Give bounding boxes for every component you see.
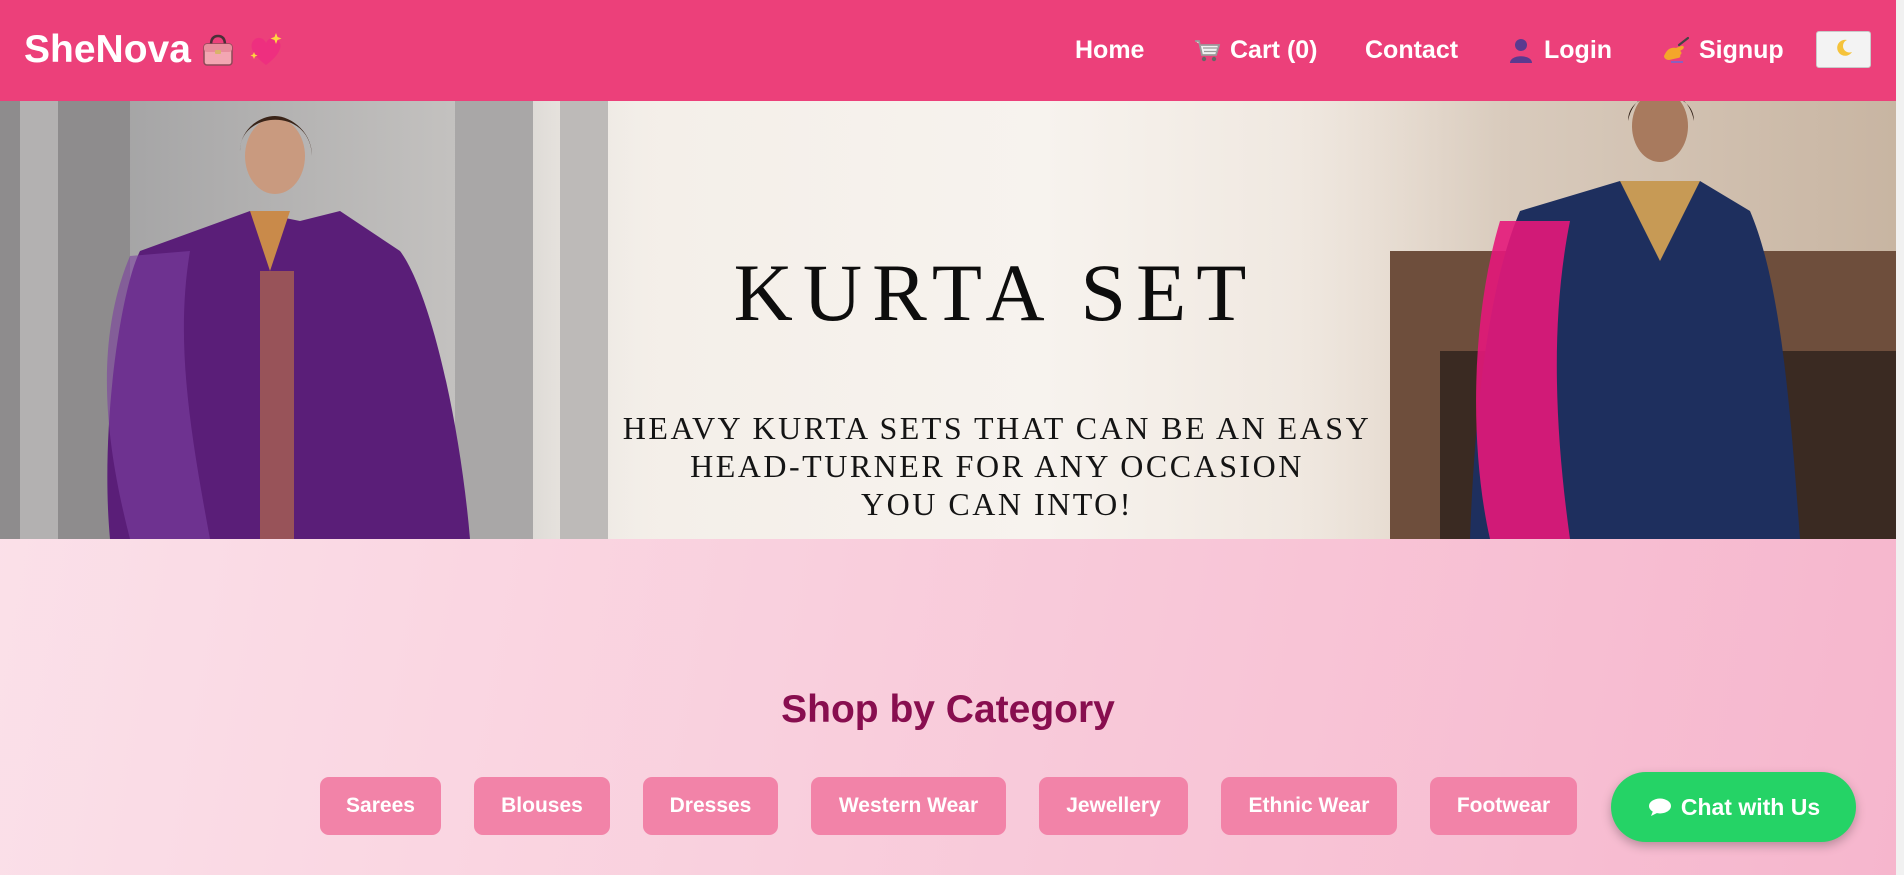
speech-bubble-icon <box>1647 796 1673 818</box>
hero-subtitle-line: YOU CAN INTO! <box>861 486 1133 522</box>
chat-label: Chat with Us <box>1680 793 1821 820</box>
nav-cart-link[interactable]: Cart (0) <box>1192 30 1318 70</box>
nav-contact-link[interactable]: Contact <box>1365 30 1458 70</box>
crescent-moon-icon <box>1834 38 1854 61</box>
top-navbar: SheNova Home Cart (0) Contact Login Sign… <box>0 0 1896 101</box>
hero-subtitle-line: HEAD-TURNER FOR ANY OCCASION <box>690 448 1304 484</box>
category-sarees-button[interactable]: Sarees <box>320 777 441 835</box>
theme-toggle-button[interactable] <box>1816 31 1871 68</box>
nav-signup-link[interactable]: Signup <box>1661 30 1784 70</box>
hero-subtitle: HEAVY KURTA SETS THAT CAN BE AN EASY HEA… <box>0 409 1896 523</box>
main-nav: Home Cart (0) Contact Login Signup <box>0 30 1896 70</box>
hero-subtitle-line: HEAVY KURTA SETS THAT CAN BE AN EASY <box>622 410 1372 446</box>
user-silhouette-icon <box>1506 35 1536 65</box>
category-western-wear-button[interactable]: Western Wear <box>811 777 1006 835</box>
chat-with-us-button[interactable]: Chat with Us <box>1611 772 1856 842</box>
category-dresses-button[interactable]: Dresses <box>643 777 778 835</box>
shop-by-category-heading: Shop by Category <box>781 688 1115 731</box>
category-jewellery-button[interactable]: Jewellery <box>1039 777 1188 835</box>
nav-home-link[interactable]: Home <box>1075 30 1144 70</box>
cart-label: Cart (0) <box>1230 35 1318 64</box>
hero-title: KURTA SET <box>733 247 1257 338</box>
writing-hand-icon <box>1661 35 1691 65</box>
shopping-cart-icon <box>1192 35 1222 65</box>
category-blouses-button[interactable]: Blouses <box>474 777 610 835</box>
login-label: Login <box>1544 35 1613 64</box>
page-scrollbar[interactable] <box>1896 0 1904 875</box>
nav-login-link[interactable]: Login <box>1506 30 1612 70</box>
hero-banner[interactable]: KURTA SET HEAVY KURTA SETS THAT CAN BE A… <box>0 101 1896 539</box>
category-footwear-button[interactable]: Footwear <box>1430 777 1577 835</box>
signup-label: Signup <box>1699 35 1784 64</box>
category-ethnic-wear-button[interactable]: Ethnic Wear <box>1221 777 1397 835</box>
